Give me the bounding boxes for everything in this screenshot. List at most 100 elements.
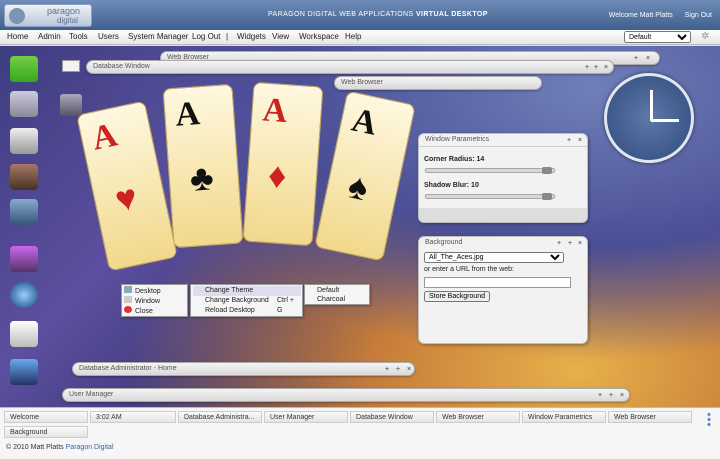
close-icon[interactable]: ×	[618, 391, 626, 400]
close-icon[interactable]: ×	[576, 239, 584, 248]
menu-widgets[interactable]: Widgets	[237, 32, 266, 41]
settings-icon[interactable]	[10, 359, 38, 385]
close-icon[interactable]: ×	[405, 365, 413, 374]
minimize-icon[interactable]: +	[632, 54, 640, 63]
taskbar-grip-icon[interactable]	[707, 412, 711, 426]
screen-icon[interactable]	[10, 246, 38, 272]
folder-icon[interactable]	[60, 94, 82, 116]
paragon-link[interactable]: Paragon Digital	[66, 444, 114, 451]
toolbox-icon[interactable]	[10, 199, 38, 225]
close-icon	[124, 306, 132, 313]
menu-workspace[interactable]: Workspace	[299, 32, 339, 41]
user-info: Welcome Matt Platts Sign Out	[599, 12, 712, 19]
taskbar-item[interactable]: Background	[4, 426, 88, 438]
menu-home[interactable]: Home	[7, 32, 28, 41]
ace-card: A ♣	[162, 83, 244, 249]
minimize-icon[interactable]: +	[596, 391, 604, 400]
footer: © 2010 Matt Platts Paragon Digital	[6, 444, 114, 451]
user-icon[interactable]	[10, 321, 38, 347]
taskbar-item[interactable]: Web Browser	[608, 411, 692, 423]
gear-icon[interactable]: ✲	[701, 31, 713, 43]
menu-logout[interactable]: Log Out	[192, 32, 220, 41]
shadow-blur-label: Shadow Blur: 10	[424, 182, 479, 189]
database-window[interactable]: Database Window + + ×	[86, 60, 614, 74]
url-label: or enter a URL from the web:	[424, 266, 515, 273]
close-icon[interactable]: ×	[644, 54, 652, 63]
menu-users[interactable]: Users	[98, 32, 119, 41]
welcome-text: Welcome Matt Platts	[608, 12, 673, 19]
clock-widget	[604, 73, 694, 163]
logo-text: paragon	[47, 6, 81, 16]
menu-help[interactable]: Help	[345, 32, 361, 41]
window-title: User Manager	[69, 391, 114, 398]
menu-bar: Home Admin Tools Users System Manager Lo…	[0, 30, 720, 45]
window-title: Web Browser	[341, 79, 383, 86]
menu-admin[interactable]: Admin	[38, 32, 61, 41]
ace-card: A ♦	[242, 81, 324, 247]
slider-handle[interactable]	[542, 167, 552, 174]
minimize-icon[interactable]: +	[555, 239, 563, 248]
user-manager-window[interactable]: User Manager + + ×	[62, 388, 630, 402]
taskbar-item[interactable]: Welcome	[4, 411, 88, 423]
menu-view[interactable]: View	[272, 32, 289, 41]
url-input[interactable]	[424, 277, 571, 288]
theme-item-charcoal[interactable]: Charcoal	[307, 295, 345, 305]
photo-icon[interactable]	[10, 164, 38, 190]
web-browser-window[interactable]: Web Browser	[334, 76, 542, 90]
corner-radius-slider[interactable]	[425, 167, 555, 174]
theme-submenu: Default Charcoal	[304, 284, 370, 305]
clock-hour-hand	[650, 90, 653, 121]
database-admin-window[interactable]: Database Administrator - Home + + ×	[72, 362, 415, 376]
background-select[interactable]: All_The_Aces.jpg	[424, 252, 564, 263]
shadow-blur-slider[interactable]	[425, 193, 555, 200]
maximize-icon[interactable]: +	[607, 391, 615, 400]
logo-subtext: digital	[57, 16, 78, 25]
slider-handle[interactable]	[542, 193, 552, 200]
context-item-desktop[interactable]: Desktop	[124, 286, 161, 296]
header-bar: paragon digital PARAGON DIGITAL WEB APPL…	[0, 0, 720, 30]
taskbar-item[interactable]: Window Parametrics	[522, 411, 606, 423]
close-icon[interactable]: ×	[602, 63, 610, 72]
maximize-icon[interactable]: +	[592, 63, 600, 72]
background-window[interactable]: Background + + × All_The_Aces.jpg or ent…	[418, 236, 588, 344]
maximize-icon[interactable]: +	[394, 365, 402, 374]
maximize-icon[interactable]: +	[566, 239, 574, 248]
window-title: Database Administrator - Home	[79, 365, 177, 372]
menu-system-manager[interactable]: System Manager	[128, 32, 188, 41]
context-item-reload-desktop[interactable]: Reload Desktop	[193, 306, 255, 316]
window-parametrics[interactable]: Window Parametrics + × Corner Radius: 14…	[418, 133, 588, 223]
minimize-icon[interactable]: +	[383, 365, 391, 374]
menu-separator: |	[226, 32, 229, 41]
menu-tools[interactable]: Tools	[69, 32, 88, 41]
corner-radius-label: Corner Radius: 14	[424, 156, 485, 163]
drive-icon[interactable]	[10, 128, 38, 154]
paragon-logo[interactable]: paragon digital	[4, 4, 92, 27]
context-item-close[interactable]: Close	[124, 306, 153, 316]
taskbar: Welcome 3:02 AM Database Administra... U…	[0, 407, 720, 459]
taskbar-item[interactable]: User Manager	[264, 411, 348, 423]
ace-card: A ♠	[314, 90, 416, 262]
tagline: PARAGON DIGITAL WEB APPLICATIONS VIRTUAL…	[268, 11, 488, 18]
database-icon[interactable]	[10, 91, 38, 117]
mail-icon[interactable]	[62, 60, 80, 72]
ace-card: A ♥	[76, 100, 178, 272]
context-item-window[interactable]: Window	[124, 296, 160, 306]
taskbar-clock: 3:02 AM	[90, 411, 176, 423]
desktop-area[interactable]: A ♥ A ♣ A ♦ A ♠ Web Browser + × Database Win…	[0, 46, 720, 407]
close-icon[interactable]: ×	[576, 136, 584, 145]
minimize-icon[interactable]: +	[583, 63, 591, 72]
context-item-change-theme[interactable]: Change Theme	[193, 286, 301, 296]
clock-minute-hand	[651, 119, 679, 122]
context-item-change-background[interactable]: Change Background Ctrl + G	[193, 296, 301, 314]
minimize-icon[interactable]: +	[565, 136, 573, 145]
theme-select[interactable]: Default	[624, 31, 691, 43]
database-stack-icon[interactable]	[10, 56, 38, 82]
taskbar-item[interactable]: Database Window	[350, 411, 434, 423]
taskbar-item[interactable]: Database Administra...	[178, 411, 262, 423]
globe-icon[interactable]	[10, 282, 38, 308]
window-title: Background	[425, 239, 463, 246]
context-submenu: Change Theme Change Background Ctrl + G R…	[190, 284, 303, 317]
taskbar-item[interactable]: Web Browser	[436, 411, 520, 423]
signout-link[interactable]: Sign Out	[685, 12, 712, 19]
store-background-button[interactable]: Store Background	[424, 291, 491, 302]
